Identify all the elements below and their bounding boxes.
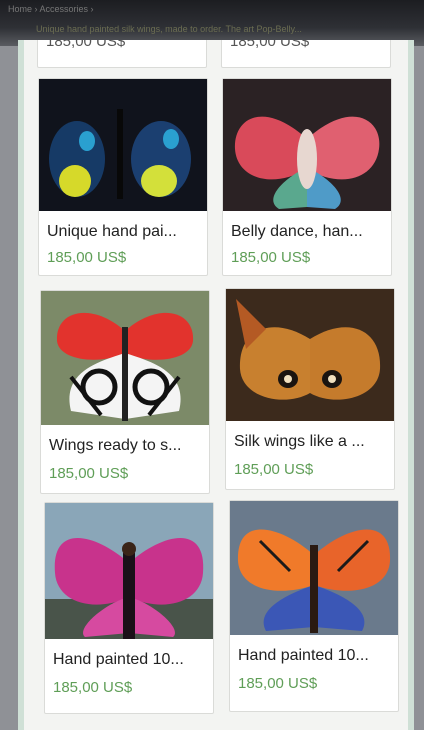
listing-card[interactable]: Belly dance, han... 185,00 US$ [222,78,392,276]
listing-image[interactable] [41,291,209,425]
listing-price: 185,00 US$ [47,249,127,266]
listing-card[interactable]: Hand painted 10... 185,00 US$ [229,500,399,712]
listing-title[interactable]: Silk wings like a ... [234,433,392,451]
listing-image[interactable] [226,289,394,421]
listing-image[interactable] [223,79,391,211]
listing-title[interactable]: Wings ready to s... [49,437,207,455]
listing-price: 185,00 US$ [53,679,133,696]
listing-title[interactable]: Belly dance, han... [231,223,389,241]
listing-image[interactable] [230,501,398,635]
partial-listing-card[interactable]: 185,00 US$ [221,40,391,68]
breadcrumb[interactable]: Home › Accessories › [8,4,94,14]
partial-listing-card[interactable]: 185,00 US$ [37,40,207,68]
listing-price: 185,00 US$ [46,40,126,50]
listing-card[interactable]: Silk wings like a ... 185,00 US$ [225,288,395,490]
listing-title[interactable]: Hand painted 10... [238,647,396,665]
listing-title[interactable]: Unique hand pai... [47,223,205,241]
listing-card[interactable]: Wings ready to s... 185,00 US$ [40,290,210,494]
listing-title[interactable]: Hand painted 10... [53,651,211,669]
listing-image[interactable] [39,79,207,211]
listing-price: 185,00 US$ [234,461,314,478]
listing-price: 185,00 US$ [230,40,310,50]
listing-card[interactable]: Unique hand pai... 185,00 US$ [38,78,208,276]
listing-price: 185,00 US$ [49,465,129,482]
listing-price: 185,00 US$ [231,249,311,266]
listing-image[interactable] [45,503,213,639]
listing-card[interactable]: Hand painted 10... 185,00 US$ [44,502,214,714]
listing-price: 185,00 US$ [238,675,318,692]
listing-grid: 185,00 US$ 185,00 US$ Unique hand pai...… [18,40,414,730]
shop-subtitle: Unique hand painted silk wings, made to … [36,24,302,34]
